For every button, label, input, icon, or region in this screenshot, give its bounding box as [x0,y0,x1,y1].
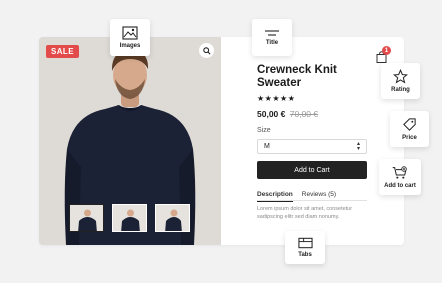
thumbnail-image [156,205,189,231]
tile-rating-label: Rating [391,87,410,93]
star-icon [393,69,408,84]
search-icon [202,46,211,55]
product-tabs: Description Reviews (5) [257,191,336,202]
title-icon [265,30,279,36]
select-arrows-icon: ▴ ▾ [356,141,360,152]
size-value: M [264,143,270,150]
thumbnail-image [113,205,146,231]
page: SALE 1 Crewneck Knit Sweater ★★★★★ 50,00… [0,0,442,283]
price-tag-icon [403,118,416,131]
tab-description[interactable]: Description [257,191,293,202]
thumbnail-strip [69,204,190,232]
product-description: Lorem ipsum dolor sit amet, consetetur s… [257,206,353,220]
product-card: SALE 1 Crewneck Knit Sweater ★★★★★ 50,00… [39,37,404,245]
product-gallery[interactable]: SALE [39,37,221,245]
rating-stars: ★★★★★ [257,94,296,103]
tile-tabs-label: Tabs [298,252,312,258]
thumbnail-image [70,205,103,231]
size-label: Size [257,127,271,134]
add-to-cart-button[interactable]: Add to Cart [257,161,367,179]
product-title: Crewneck Knit Sweater [257,64,337,89]
size-select[interactable]: M ▴ ▾ [257,139,367,154]
tile-title-label: Title [265,40,279,46]
tab-reviews[interactable]: Reviews (5) [302,191,336,202]
thumbnail-1[interactable] [69,204,104,232]
old-price: 70,00 € [289,109,319,119]
tile-price-label: Price [402,135,417,141]
current-price: 50,00 € [257,109,286,119]
tile-price: Price [390,111,429,147]
cart-add-icon [392,165,407,179]
zoom-button[interactable] [199,43,214,58]
sale-badge: SALE [46,45,79,58]
thumbnail-3[interactable] [155,204,190,232]
tile-title: Title [252,19,292,56]
tabs-icon [297,237,313,249]
tile-tabs: Tabs [285,231,325,264]
cart-count-badge: 1 [382,46,391,55]
tile-images: Images [110,19,150,56]
tile-rating: Rating [381,63,420,99]
image-icon [122,26,138,40]
tile-add-to-cart: Add to cart [379,159,421,195]
thumbnail-2[interactable] [112,204,147,232]
product-price: 50,00 € 70,00 € [257,109,318,119]
tile-images-label: Images [119,43,141,49]
tile-add-to-cart-label: Add to cart [384,182,416,189]
